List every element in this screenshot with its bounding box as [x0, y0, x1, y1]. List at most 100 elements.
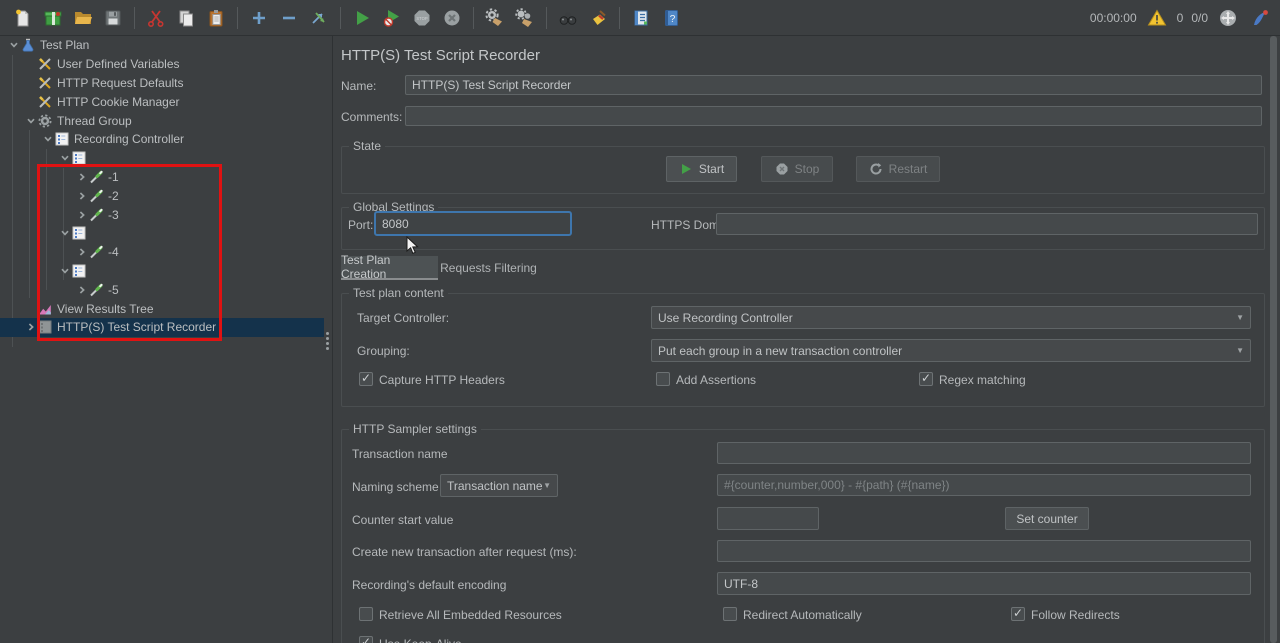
tree-item-thread-group[interactable]: Thread Group [0, 111, 324, 130]
restart-arrow-icon [869, 162, 883, 176]
set-counter-button[interactable]: Set counter [1005, 507, 1089, 530]
elapsed-time: 00:00:00 [1090, 11, 1137, 25]
stop-icon[interactable] [410, 6, 434, 30]
chevron-down-icon[interactable] [57, 152, 72, 164]
log-warning-icon[interactable] [1145, 6, 1169, 30]
expander-spacer [23, 77, 38, 89]
clear-icon[interactable] [483, 6, 507, 30]
chevron-down-icon: ▼ [1236, 313, 1244, 322]
help-icon[interactable] [659, 6, 683, 30]
reset-search-icon[interactable] [586, 6, 610, 30]
remote-start-icon[interactable] [1216, 6, 1240, 30]
chevron-right-icon[interactable] [74, 246, 89, 258]
comments-input[interactable] [405, 106, 1262, 126]
tree-item-transaction-controller-3[interactable] [0, 262, 324, 281]
tree-item-transaction-controller-1[interactable] [0, 149, 324, 168]
tree-item-user-defined-variables[interactable]: User Defined Variables [0, 55, 324, 74]
follow-redirects-checkbox[interactable]: ✓ [1011, 607, 1025, 621]
active-threads: 0/0 [1191, 11, 1208, 25]
start-no-pauses-icon[interactable] [380, 6, 404, 30]
port-input[interactable] [374, 211, 572, 236]
counter-start-value-input[interactable] [717, 507, 819, 530]
recorder-icon [38, 320, 53, 334]
chevron-down-icon[interactable] [57, 227, 72, 239]
chevron-right-icon[interactable] [74, 171, 89, 183]
tree-item-sampler-2[interactable]: -2 [0, 186, 324, 205]
vertical-scrollbar[interactable] [1269, 36, 1278, 643]
tab-test-plan-creation[interactable]: Test Plan Creation [341, 256, 438, 280]
cut-icon[interactable] [144, 6, 168, 30]
chevron-right-icon[interactable] [23, 321, 38, 333]
tree-item-sampler-1[interactable]: -1 [0, 168, 324, 187]
retrieve-embedded-resources-checkbox[interactable]: ✓ [359, 607, 373, 621]
remove-icon[interactable] [277, 6, 301, 30]
naming-scheme-select[interactable]: Transaction name ▼ [440, 474, 558, 497]
search-icon[interactable] [556, 6, 580, 30]
chevron-right-icon[interactable] [74, 190, 89, 202]
warning-count: 0 [1177, 11, 1184, 25]
start-button[interactable]: Start [666, 156, 737, 182]
restart-button[interactable]: Restart [856, 156, 940, 182]
toolbar-separator [546, 7, 547, 29]
stop-button[interactable]: Stop [761, 156, 833, 182]
toolbar-separator [473, 7, 474, 29]
new-transaction-input[interactable] [717, 540, 1251, 562]
https-domains-input[interactable] [716, 213, 1258, 235]
expander-spacer [23, 303, 38, 315]
naming-pattern-input[interactable] [717, 474, 1251, 496]
toggle-icon[interactable] [307, 6, 331, 30]
tree-item-test-plan[interactable]: Test Plan [0, 36, 324, 55]
chevron-down-icon[interactable] [57, 265, 72, 277]
target-controller-label: Target Controller: [357, 311, 449, 325]
open-file-icon[interactable] [71, 6, 95, 30]
naming-scheme-label: Naming scheme [352, 480, 439, 494]
config-element-icon [38, 95, 53, 109]
tree-item-transaction-controller-2[interactable] [0, 224, 324, 243]
regex-matching-checkbox[interactable]: ✓ [919, 372, 933, 386]
chevron-down-icon[interactable] [23, 115, 38, 127]
transaction-name-input[interactable] [717, 442, 1251, 464]
target-controller-select[interactable]: Use Recording Controller ▼ [651, 306, 1251, 329]
thread-group-icon [38, 114, 53, 128]
tree-item-sampler-3[interactable]: -3 [0, 205, 324, 224]
name-input[interactable] [405, 75, 1262, 95]
tree-item-http-request-defaults[interactable]: HTTP Request Defaults [0, 74, 324, 93]
function-helper-icon[interactable] [629, 6, 653, 30]
add-assertions-checkbox[interactable]: ✓ [656, 372, 670, 386]
expander-spacer [23, 96, 38, 108]
config-element-icon [38, 76, 53, 90]
comments-label: Comments: [341, 110, 402, 124]
use-keep-alive-checkbox[interactable]: ✓ [359, 636, 373, 643]
tree-item-sampler-4[interactable]: -4 [0, 243, 324, 262]
tree-item-http-cookie-manager[interactable]: HTTP Cookie Manager [0, 92, 324, 111]
paste-icon[interactable] [204, 6, 228, 30]
tree-item-sampler-5[interactable]: -5 [0, 280, 324, 299]
chevron-right-icon[interactable] [74, 209, 89, 221]
add-assertions-label: Add Assertions [676, 373, 756, 387]
redirect-automatically-label: Redirect Automatically [743, 608, 862, 622]
tab-requests-filtering[interactable]: Requests Filtering [438, 256, 539, 280]
save-icon[interactable] [101, 6, 125, 30]
add-icon[interactable] [247, 6, 271, 30]
start-play-icon [679, 162, 693, 176]
redirect-automatically-checkbox[interactable]: ✓ [723, 607, 737, 621]
copy-icon[interactable] [174, 6, 198, 30]
capture-http-headers-checkbox[interactable]: ✓ [359, 372, 373, 386]
templates-icon[interactable] [41, 6, 65, 30]
tree-item-recording-controller[interactable]: Recording Controller [0, 130, 324, 149]
splitter-handle[interactable] [326, 330, 330, 352]
clear-all-icon[interactable] [513, 6, 537, 30]
grouping-select[interactable]: Put each group in a new transaction cont… [651, 339, 1251, 362]
test-plan-content-label: Test plan content [349, 286, 448, 300]
start-icon[interactable] [350, 6, 374, 30]
chevron-down-icon[interactable] [40, 133, 55, 145]
tree-item-view-results-tree[interactable]: View Results Tree [0, 299, 324, 318]
tree-item-http-test-script-recorder[interactable]: HTTP(S) Test Script Recorder [0, 318, 324, 337]
chevron-right-icon[interactable] [74, 284, 89, 296]
default-encoding-input[interactable] [717, 572, 1251, 595]
new-file-icon[interactable] [11, 6, 35, 30]
chevron-down-icon[interactable] [6, 39, 21, 51]
chevron-down-icon: ▼ [543, 481, 551, 490]
shutdown-icon[interactable] [440, 6, 464, 30]
scrollbar-thumb[interactable] [1270, 36, 1277, 643]
